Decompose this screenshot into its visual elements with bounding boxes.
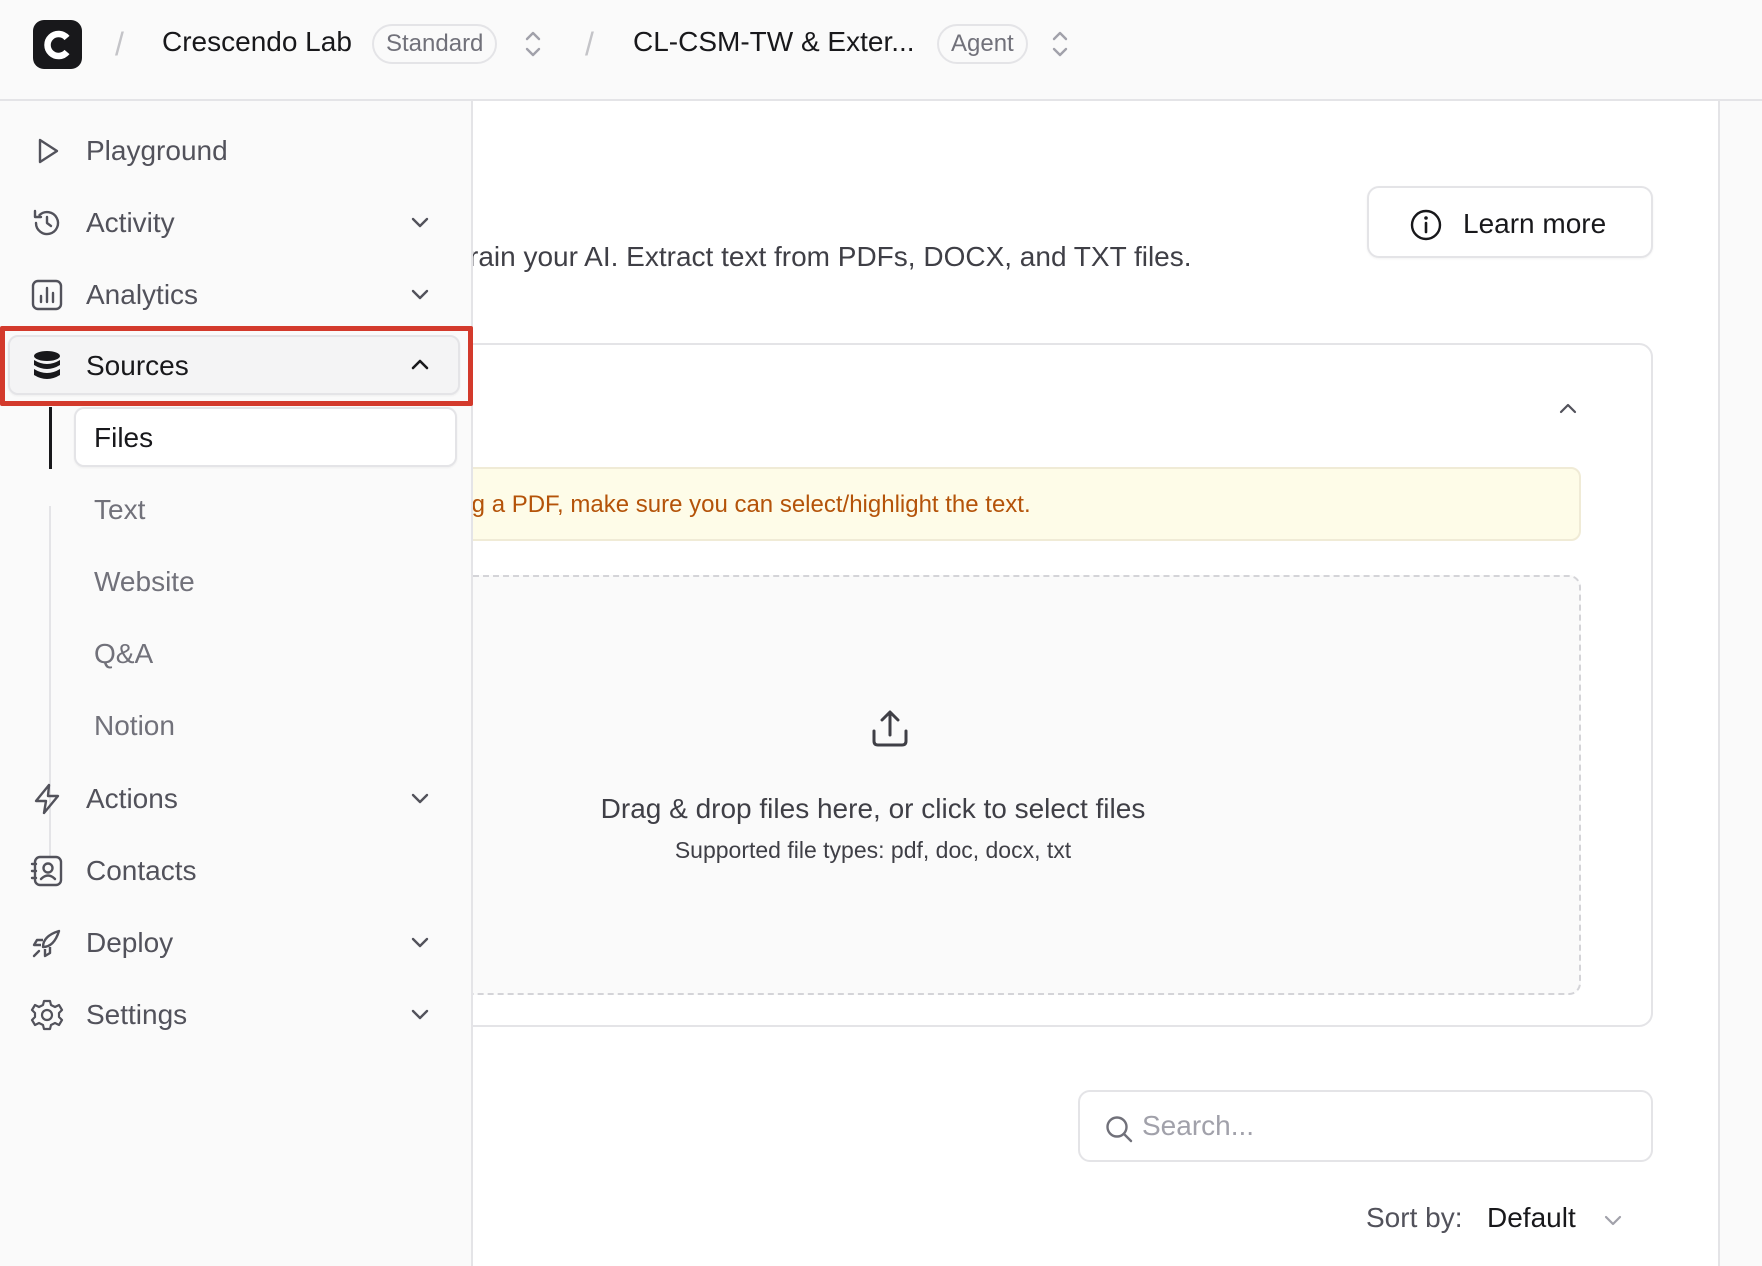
- sidebar-item-analytics[interactable]: Analytics: [8, 264, 460, 324]
- page-description: rain your AI. Extract text from PDFs, DO…: [473, 241, 1192, 272]
- submenu-active-indicator: [49, 407, 52, 469]
- info-icon: [1410, 209, 1442, 241]
- workspace-plan-badge: Standard: [372, 24, 498, 64]
- subitem-label: Q&A: [94, 638, 154, 669]
- subitem-label: Files: [94, 422, 154, 453]
- agent-name[interactable]: CL-CSM-TW & Exter...: [633, 26, 915, 58]
- learn-more-label: Learn more: [1463, 208, 1607, 239]
- chart-icon: [31, 279, 63, 311]
- history-icon: [33, 209, 60, 236]
- sidebar-item-label: Deploy: [86, 927, 174, 958]
- subitem-label: Website: [94, 566, 195, 597]
- workspace-switcher-icon[interactable]: [522, 28, 544, 60]
- sidebar-item-label: Analytics: [86, 279, 199, 310]
- sidebar-subitem-website[interactable]: Website: [74, 551, 457, 611]
- sidebar-item-deploy[interactable]: Deploy: [8, 912, 460, 972]
- sidebar-item-label: Playground: [86, 135, 228, 166]
- chevron-up-icon: [411, 359, 429, 370]
- breadcrumb-separator: /: [115, 26, 124, 62]
- search-box[interactable]: [1078, 1090, 1653, 1162]
- chevron-down-icon: [411, 289, 429, 300]
- top-bar: / Crescendo Lab Standard / CL-CSM-TW & E…: [0, 0, 1762, 101]
- sort-label: Sort by:: [1366, 1202, 1463, 1233]
- app-logo[interactable]: [33, 20, 82, 69]
- chevron-down-icon: [411, 793, 429, 804]
- sidebar-item-contacts[interactable]: Contacts: [8, 840, 460, 900]
- rocket-icon: [32, 929, 61, 958]
- breadcrumb-separator: /: [585, 26, 594, 62]
- main-content: rain your AI. Extract text from PDFs, DO…: [473, 101, 1718, 1266]
- agent-badge: Agent: [937, 24, 1028, 64]
- pdf-notice-text: ing a PDF, make sure you can select/high…: [473, 491, 1031, 518]
- sidebar-item-label: Settings: [86, 999, 188, 1030]
- sort-dropdown[interactable]: Default: [1487, 1202, 1576, 1234]
- learn-more-button[interactable]: Learn more: [1367, 186, 1653, 258]
- chevron-down-icon: [411, 217, 429, 228]
- subitem-label: Notion: [94, 710, 175, 741]
- sidebar-item-label: Contacts: [86, 855, 197, 886]
- logo-mark-icon: [43, 30, 70, 59]
- sidebar-subitem-files[interactable]: Files: [74, 407, 457, 467]
- bolt-icon: [34, 783, 60, 815]
- sidebar-item-label: Actions: [86, 783, 178, 814]
- sidebar-item-sources[interactable]: Sources: [8, 335, 460, 395]
- file-dropzone[interactable]: Drag & drop files here, or click to sele…: [473, 575, 1581, 995]
- sidebar-subitem-notion[interactable]: Notion: [74, 695, 457, 755]
- upload-icon: [872, 710, 908, 747]
- workspace-name[interactable]: Crescendo Lab: [162, 26, 352, 58]
- search-input[interactable]: [1142, 1106, 1622, 1146]
- database-icon: [34, 351, 60, 379]
- search-icon: [1106, 1116, 1133, 1143]
- sidebar-item-actions[interactable]: Actions: [8, 768, 460, 828]
- contact-icon: [30, 855, 63, 887]
- subitem-label: Text: [94, 494, 146, 525]
- right-panel-edge: [1718, 101, 1762, 1266]
- sidebar-item-activity[interactable]: Activity: [8, 192, 460, 252]
- pdf-notice: ing a PDF, make sure you can select/high…: [473, 467, 1581, 541]
- collapse-chevron-icon[interactable]: [1556, 397, 1580, 421]
- dropzone-subtitle: Supported file types: pdf, doc, docx, tx…: [674, 837, 1072, 863]
- gear-icon: [30, 999, 64, 1031]
- play-icon: [38, 138, 59, 164]
- chevron-down-icon: [411, 1009, 429, 1020]
- chevron-down-icon: [411, 937, 429, 948]
- sidebar-item-playground[interactable]: Playground: [8, 120, 460, 180]
- file-upload-card: ing a PDF, make sure you can select/high…: [473, 343, 1653, 1027]
- sidebar-item-label: Sources: [86, 350, 189, 381]
- sidebar: Playground Activity Analytics Sources Fi…: [0, 101, 473, 1266]
- sidebar-subitem-text[interactable]: Text: [74, 479, 457, 539]
- dropzone-title: Drag & drop files here, or click to sele…: [600, 793, 1146, 824]
- chevron-down-icon[interactable]: [1601, 1208, 1625, 1232]
- agent-switcher-icon[interactable]: [1049, 28, 1071, 60]
- sidebar-subitem-qa[interactable]: Q&A: [74, 623, 457, 683]
- sidebar-item-label: Activity: [86, 207, 175, 238]
- sidebar-item-settings[interactable]: Settings: [8, 984, 460, 1044]
